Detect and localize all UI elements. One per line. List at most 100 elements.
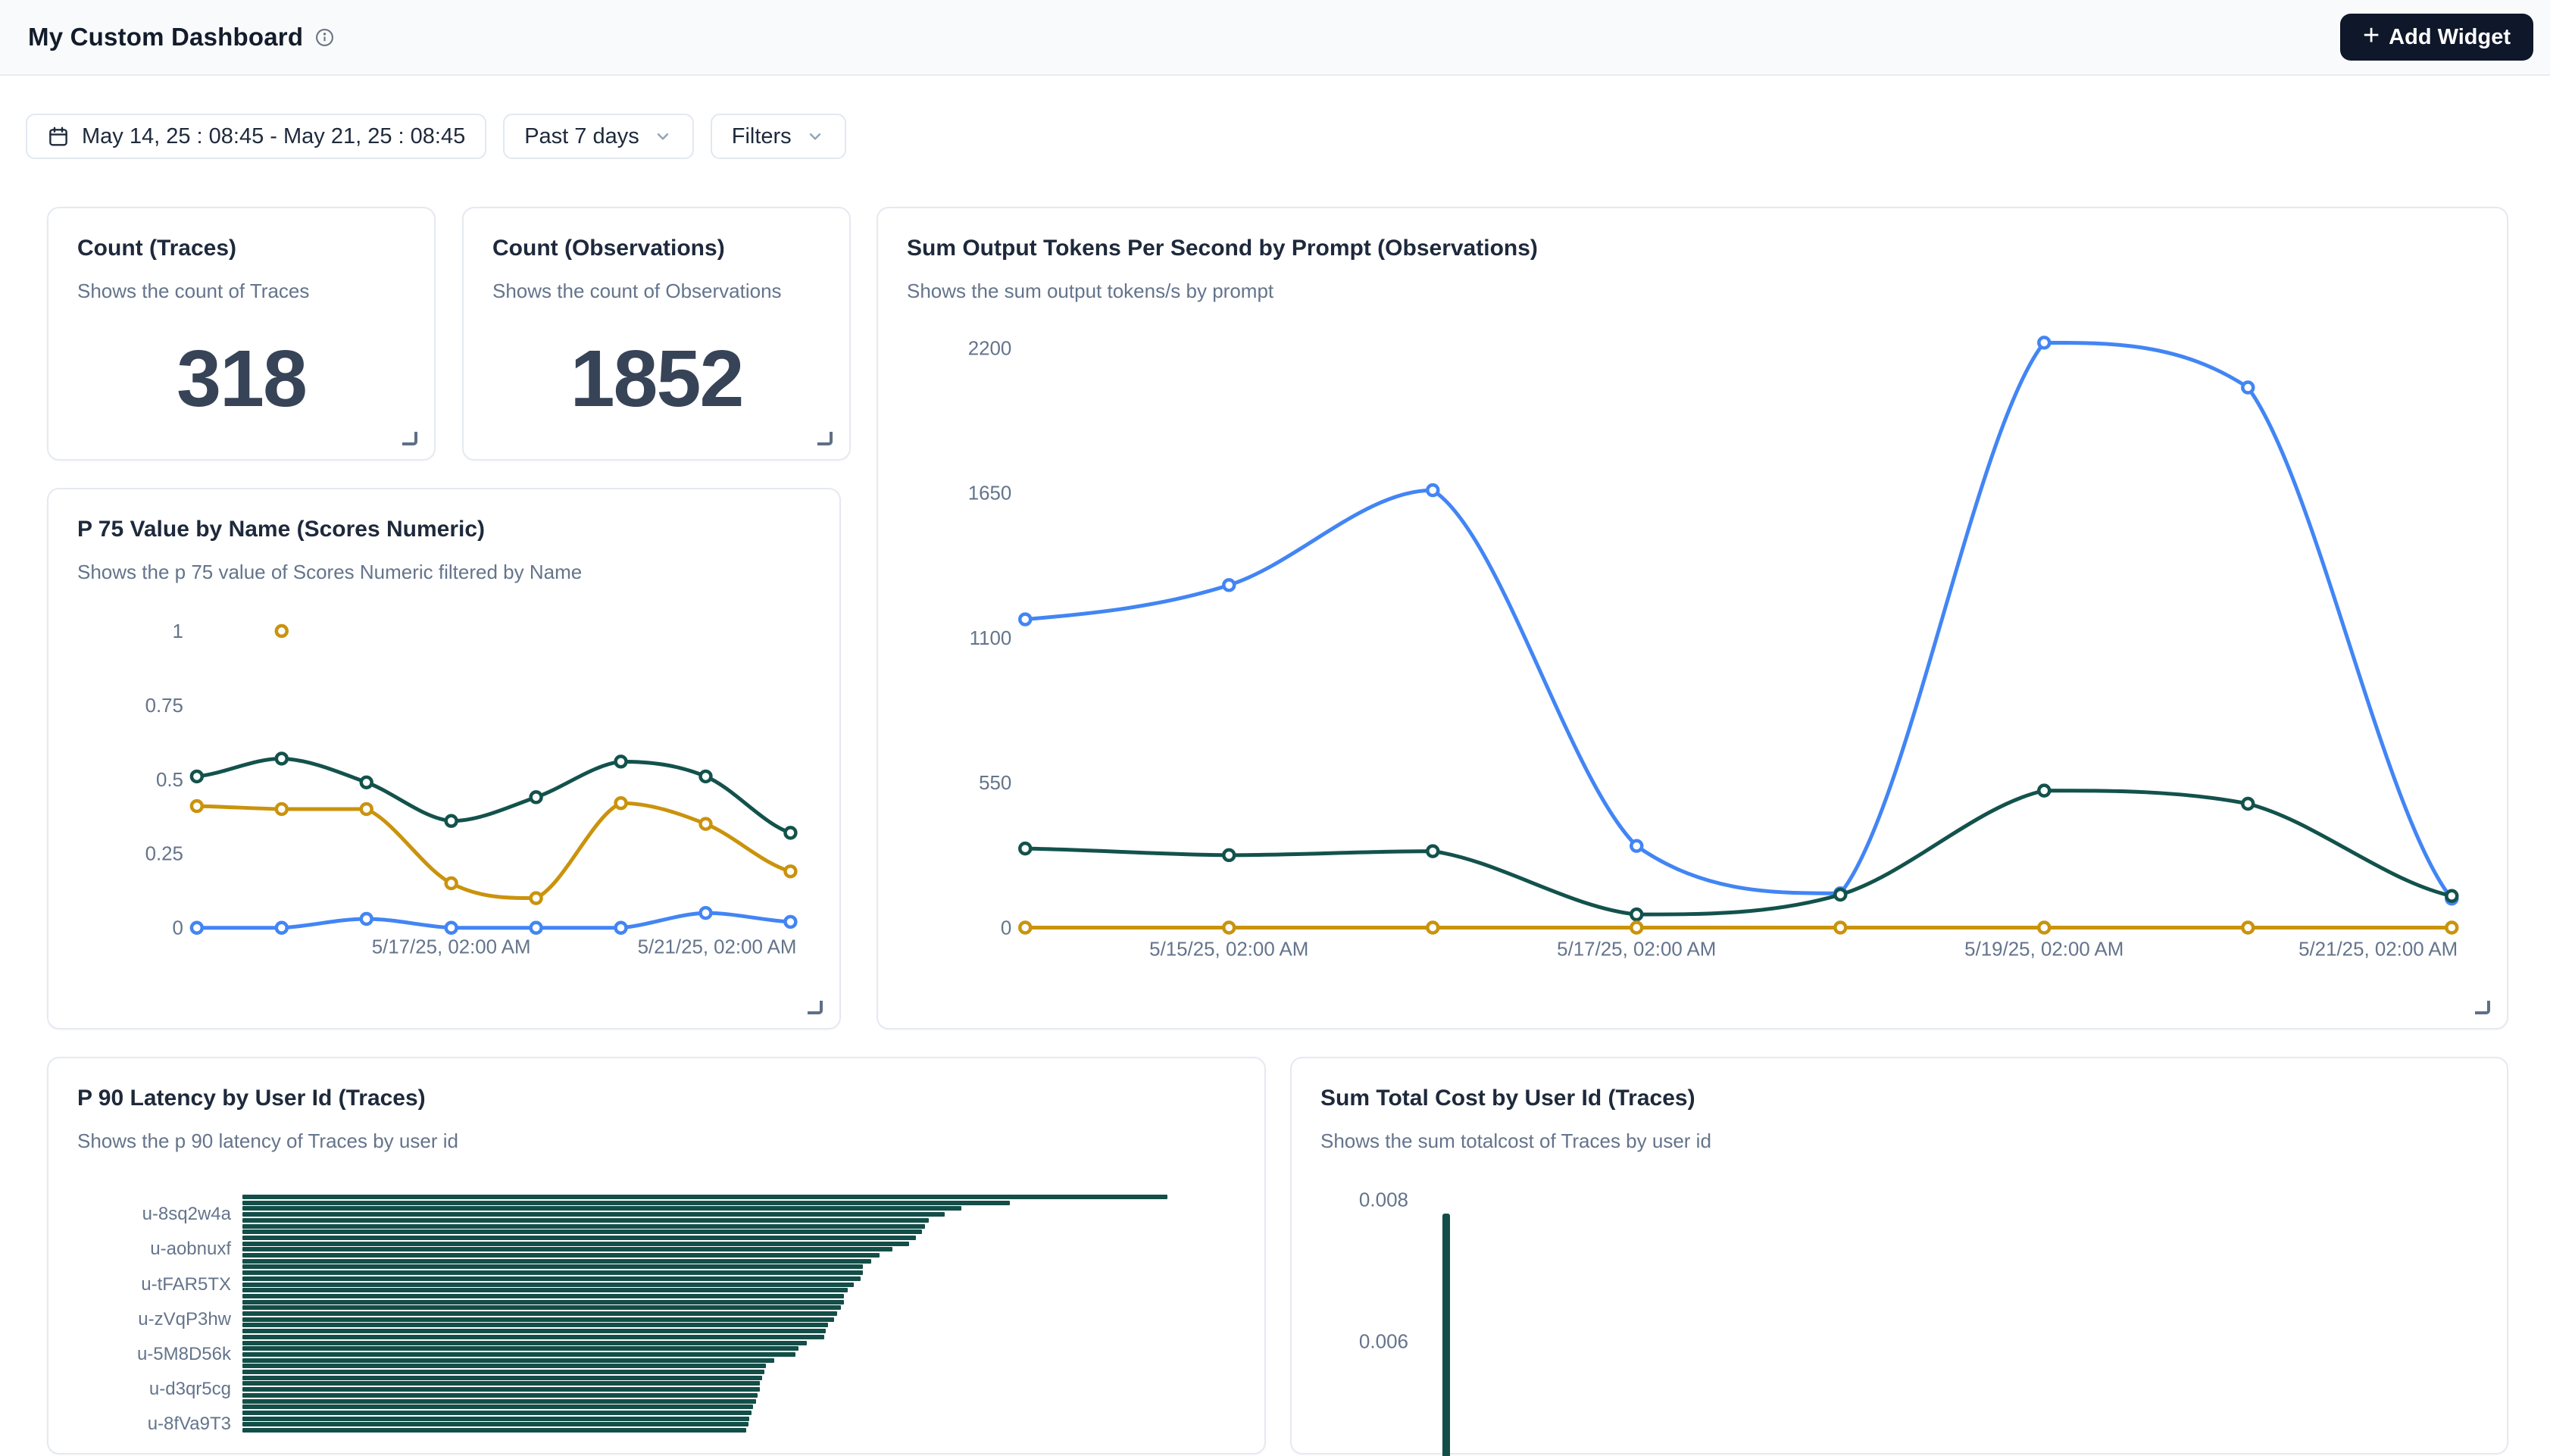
latency-bar <box>242 1264 863 1269</box>
time-preset-value: Past 7 days <box>524 124 639 149</box>
data-point-marker <box>2039 337 2049 348</box>
date-range-button[interactable]: May 14, 25 : 08:45 - May 21, 25 : 08:45 <box>26 114 486 159</box>
latency-bar <box>242 1242 909 1246</box>
resize-handle-icon[interactable] <box>817 432 833 445</box>
y-axis-tick-label: 0 <box>1001 917 1011 939</box>
latency-bar <box>242 1283 854 1287</box>
data-point-marker <box>616 756 627 767</box>
latency-bar <box>242 1300 844 1304</box>
latency-bar <box>242 1311 837 1316</box>
user-id-axis-label: u-zVqP3hw <box>48 1309 231 1330</box>
widget-count-observations: Count (Observations) Shows the count of … <box>462 207 851 461</box>
data-point-marker <box>616 923 627 933</box>
widget-p90-latency-chart: P 90 Latency by User Id (Traces) Shows t… <box>47 1057 1266 1454</box>
data-point-marker <box>1631 923 1642 933</box>
latency-bar <box>242 1201 1010 1205</box>
data-point-marker <box>192 801 202 811</box>
latency-bar <box>242 1236 916 1240</box>
user-id-axis-label: u-8sq2w4a <box>48 1204 231 1225</box>
data-point-marker <box>701 908 711 918</box>
latency-bar <box>242 1399 756 1404</box>
y-axis-tick-label: 0.006 <box>1292 1330 1408 1354</box>
y-axis-tick-label: 0.008 <box>1292 1189 1408 1212</box>
chevron-down-icon <box>805 127 825 146</box>
resize-handle-icon[interactable] <box>402 432 417 445</box>
info-icon[interactable] <box>315 28 334 47</box>
latency-bar <box>242 1247 892 1251</box>
data-point-marker <box>785 917 795 927</box>
widget-title: P 90 Latency by User Id (Traces) <box>77 1086 426 1111</box>
add-widget-button[interactable]: + Add Widget <box>2340 14 2533 61</box>
latency-bar <box>242 1224 925 1229</box>
time-preset-dropdown[interactable]: Past 7 days <box>503 114 694 159</box>
cost-bar <box>1442 1214 1450 1456</box>
resize-handle-icon[interactable] <box>2475 1001 2490 1014</box>
data-point-marker <box>446 816 457 826</box>
user-id-axis-label: u-d3qr5cg <box>48 1379 231 1400</box>
latency-bar <box>242 1323 828 1327</box>
resize-handle-icon[interactable] <box>808 1001 823 1014</box>
add-widget-label: Add Widget <box>2389 25 2511 50</box>
latency-bar <box>242 1422 748 1426</box>
data-point-marker <box>192 923 202 933</box>
latency-bar <box>242 1381 760 1386</box>
widget-subtitle: Shows the sum totalcost of Traces by use… <box>1320 1129 1711 1153</box>
y-axis-tick-label: 0 <box>173 918 183 939</box>
widget-p75-value-chart: P 75 Value by Name (Scores Numeric) Show… <box>47 488 841 1030</box>
data-point-marker <box>1223 850 1234 861</box>
latency-bar <box>242 1358 774 1363</box>
widget-count-traces: Count (Traces) Shows the count of Traces… <box>47 207 436 461</box>
x-axis-tick-label: 5/17/25, 02:00 AM <box>372 937 531 958</box>
latency-bar <box>242 1259 871 1264</box>
filters-dropdown[interactable]: Filters <box>711 114 846 159</box>
latency-bar <box>242 1206 961 1211</box>
latency-bar <box>242 1393 758 1398</box>
latency-bar <box>242 1376 762 1380</box>
count-value: 1852 <box>464 322 849 436</box>
line-chart-tokens: 05501100165022005/15/25, 02:00 AM5/17/25… <box>878 208 2507 1028</box>
data-point-marker <box>1020 843 1030 854</box>
user-id-axis-label: u-tFAR5TX <box>48 1274 231 1295</box>
data-point-marker <box>277 923 287 933</box>
widget-tokens-per-second-chart: Sum Output Tokens Per Second by Prompt (… <box>877 207 2508 1030</box>
data-point-marker <box>531 792 542 802</box>
data-point-marker <box>2446 923 2457 933</box>
latency-bar <box>242 1370 764 1374</box>
latency-bar <box>242 1346 798 1351</box>
data-point-marker <box>616 798 627 808</box>
data-point-marker <box>277 626 287 636</box>
line-series-series-1 <box>1025 342 2452 898</box>
latency-bar <box>242 1288 848 1292</box>
latency-bar <box>242 1335 824 1339</box>
data-point-marker <box>531 923 542 933</box>
x-axis-tick-label: 5/19/25, 02:00 AM <box>1964 939 2123 960</box>
y-axis-tick-label: 550 <box>979 773 1011 794</box>
data-point-marker <box>785 827 795 838</box>
latency-bar <box>242 1276 861 1281</box>
latency-bar <box>242 1270 863 1275</box>
latency-bar <box>242 1352 795 1357</box>
data-point-marker <box>1631 841 1642 851</box>
dashboard-controls: May 14, 25 : 08:45 - May 21, 25 : 08:45 … <box>26 114 846 159</box>
latency-bar <box>242 1218 929 1223</box>
widget-total-cost-chart: Sum Total Cost by User Id (Traces) Shows… <box>1290 1057 2508 1454</box>
data-point-marker <box>277 753 287 764</box>
user-id-axis-label: u-8fVa9T3 <box>48 1414 231 1435</box>
data-point-marker <box>1835 889 1845 900</box>
widget-title: Sum Total Cost by User Id (Traces) <box>1320 1086 1695 1111</box>
y-axis-tick-label: 1100 <box>970 628 1012 649</box>
x-axis-tick-label: 5/17/25, 02:00 AM <box>1557 939 1716 960</box>
line-chart-p75: 00.250.50.7515/17/25, 02:00 AM5/21/25, 0… <box>48 489 839 1028</box>
data-point-marker <box>1020 614 1030 625</box>
latency-bar <box>242 1364 766 1368</box>
y-axis-tick-label: 0.5 <box>156 770 183 791</box>
latency-bar <box>242 1294 844 1298</box>
data-point-marker <box>1835 923 1845 933</box>
latency-bar <box>242 1417 749 1421</box>
x-axis-tick-label: 5/21/25, 02:00 AM <box>2298 939 2458 960</box>
line-series-series-3 <box>197 803 791 898</box>
data-point-marker <box>2242 798 2253 809</box>
data-point-marker <box>2242 383 2253 393</box>
top-bar: My Custom Dashboard + Add Widget <box>0 0 2550 76</box>
data-point-marker <box>1427 846 1438 857</box>
